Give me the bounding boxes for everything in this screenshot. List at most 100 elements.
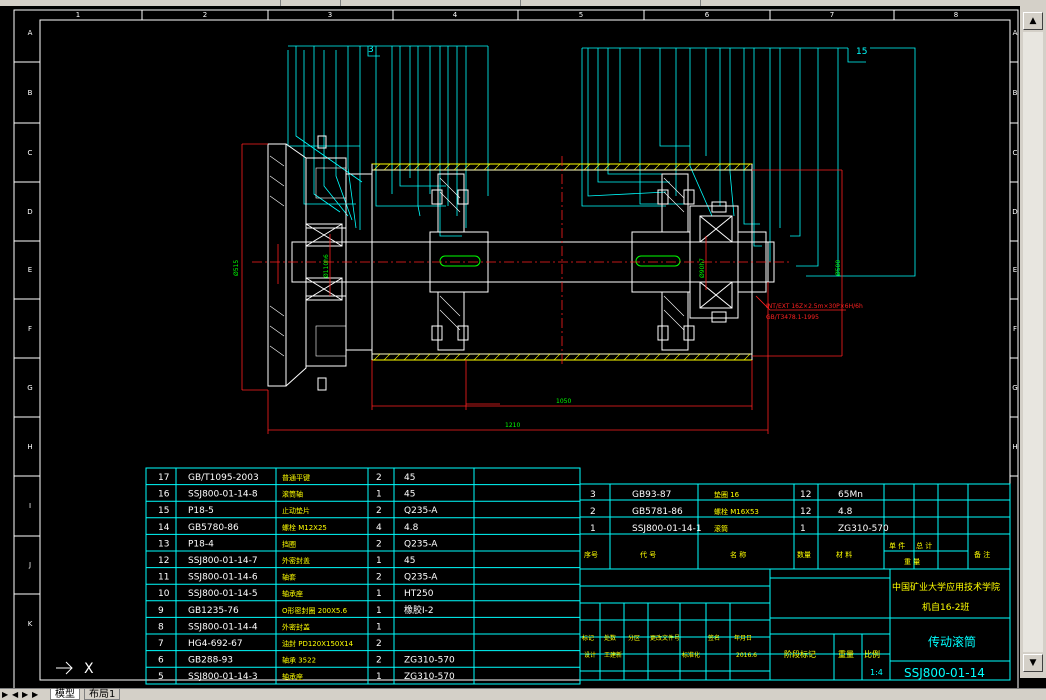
title-label-mark: 标记 [582,634,594,642]
bom-left-name: 挡圈 [282,539,296,548]
zone-row-e-right: E [1013,266,1017,274]
zone-col-2: 2 [203,11,207,19]
zone-row-b: B [28,89,33,97]
dim-right-bore: Ø90h7 [699,258,706,278]
prev-tab-icon[interactable]: ◀ [12,689,18,700]
bom-left-qty: 1 [376,556,382,566]
bom-left-name: 油封 PD120X150X14 [282,639,354,648]
bom-left-name: 外密封盖 [282,622,310,631]
scroll-down-icon[interactable]: ▼ [1023,654,1043,672]
title-drawing-name: 传动滚筒 [928,634,976,649]
bom-left-no: 7 [158,639,164,649]
bom-header-total: 总 计 [916,541,932,550]
zone-row-j: J [28,561,31,569]
bom-left-qty: 1 [376,622,382,632]
bom-right-name: 滚筒 [714,524,728,533]
zone-row-g-right: G [1012,384,1017,392]
bom-left-code: SSJ800-01-14-5 [188,589,258,599]
zone-row-h-right: H [1012,443,1017,451]
bom-left-code: SSJ800-01-14-7 [188,556,258,566]
title-label-zone: 分区 [628,634,640,642]
bom-left-name: O形密封圈 200X5.6 [282,606,348,615]
last-tab-icon[interactable]: ▶ [32,689,38,700]
bom-left-code: P18-5 [188,506,214,516]
zone-row-c: C [28,149,33,157]
scroll-track[interactable] [1023,32,1043,652]
first-tab-icon[interactable]: ▶ [2,689,8,700]
bom-left-name: 轴承座 [282,589,303,598]
bom-left-mat: 45 [404,490,415,500]
bom-left-no: 8 [158,622,164,632]
bom-left-name: 螺栓 M12X25 [282,523,327,532]
bom-right-no: 3 [590,490,596,500]
bom-left-qty: 1 [376,606,382,616]
zone-row-f-right: F [1013,325,1017,333]
tab-model[interactable]: 模型 [50,689,80,700]
zone-row-h: H [27,443,32,451]
bom-left-no: 17 [158,473,169,483]
title-scale-label: 比例 [864,649,880,659]
zone-col-4: 4 [453,11,458,19]
bom-left-mat: 45 [404,556,415,566]
bom-left-qty: 2 [376,473,382,483]
bom-right-qty: 12 [800,490,811,500]
bom-left-no: 6 [158,656,164,666]
bom-left-no: 12 [158,556,169,566]
title-label-change: 更改文件号 [650,634,680,642]
bom-left-mat: 橡胶I-2 [404,604,434,616]
bom-left-no: 16 [158,490,170,500]
title-drawing-no: SSJ800-01-14 [904,666,985,680]
zone-row-a: A [28,29,33,37]
bom-right-no: 2 [590,507,596,517]
bom-left-code: GB5780-86 [188,523,239,533]
bom-left-mat: Q235-A [404,539,438,549]
bom-header-name: 名 称 [730,550,746,559]
title-scale: 1:4 [870,668,883,677]
bom-left-no: 9 [158,606,164,616]
bom-right-mat: 65Mn [838,490,863,500]
vertical-scrollbar[interactable]: ▲ ▼ [1019,6,1046,678]
zone-row-a-right: A [1013,29,1018,37]
title-label-count: 处数 [604,634,616,642]
dim-overall-length: 1210 [505,422,520,429]
bom-left-code: GB288-93 [188,656,233,666]
dim-right-diameter: Ø500 [835,260,842,276]
bom-right-qty: 12 [800,507,811,517]
bom-left-no: 14 [158,523,170,533]
cad-drawing-canvas[interactable]: 1 2 3 4 5 6 7 8 A B C D E F G H I J K A … [0,6,1020,689]
bom-right-code: GB93-87 [632,490,671,500]
bom-left-code: SSJ800-01-14-4 [188,622,258,632]
title-date: 2016.6 [736,652,757,659]
bom-left-mat: Q235-A [404,506,438,516]
title-designer-label: 设计 [584,651,596,659]
zone-row-d-right: D [1012,208,1017,216]
next-tab-icon[interactable]: ▶ [22,689,28,700]
bom-header-qty: 数量 [797,550,811,559]
tab-layout1[interactable]: 布局1 [84,689,121,700]
bom-left-name: 外密封盖 [282,556,310,565]
bom-right-mat: ZG310-570 [838,524,889,534]
ucs-icon: X [56,661,94,677]
bom-left-name: 轴套 [282,573,296,582]
bom-right-qty: 1 [800,524,806,534]
bom-left-mat: ZG310-570 [404,672,455,682]
scroll-up-icon[interactable]: ▲ [1023,12,1043,30]
bom-header-mat: 材 料 [836,550,852,559]
bom-header-code: 代 号 [640,550,656,559]
title-stage-label: 阶段标记 [784,649,816,659]
dim-left-diameter: Ø515 [233,260,240,276]
zone-col-7: 7 [830,11,834,19]
bom-left-qty: 2 [376,539,382,549]
bom-right-mat: 4.8 [838,507,853,517]
bom-left-code: P18-4 [188,539,214,549]
bom-left-mat: 4.8 [404,523,419,533]
bom-left-mat: Q235-A [404,573,438,583]
bom-left-name: 轴承座 [282,672,303,681]
key-spec-note-2: GB/T3478.1-1995 [766,314,819,321]
bom-left-code: HG4-692-67 [188,639,243,649]
zone-row-c-right: C [1013,149,1018,157]
bom-right-name: 螺栓 M16X53 [714,507,759,516]
bom-header-weight: 重 量 [904,558,920,566]
ucs-x-label: X [84,661,94,677]
zone-row-e: E [28,266,32,274]
